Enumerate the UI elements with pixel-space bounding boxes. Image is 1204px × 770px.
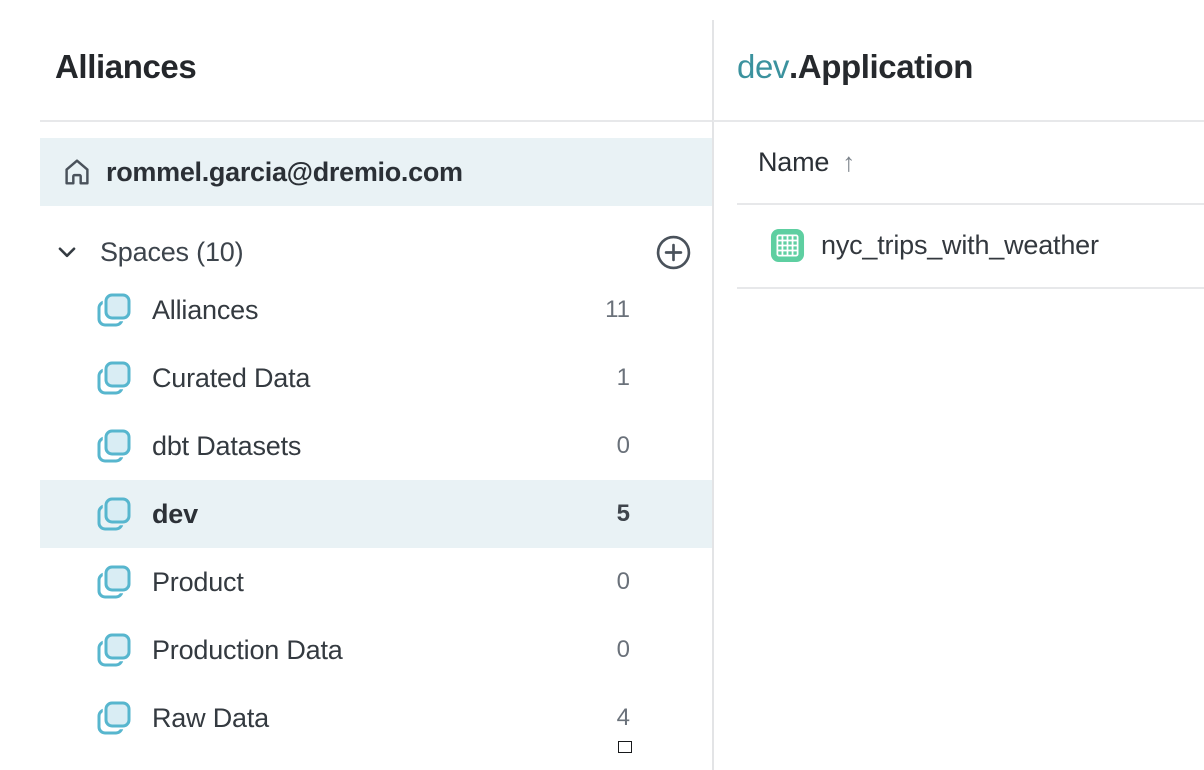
sidebar-title: Alliances (55, 50, 196, 83)
sidebar-item-curated-data[interactable]: Curated Data 1 (40, 344, 712, 412)
sidebar-item-count: 0 (617, 568, 630, 596)
sidebar-item-label: Production Data (152, 635, 343, 666)
dataset-row-nyc-trips-with-weather[interactable]: nyc_trips_with_weather (737, 204, 1204, 287)
dremio-catalog-screen: Alliances rommel.garcia@dremio.com Space… (0, 0, 1204, 770)
space-stacked-squares-icon (93, 561, 135, 603)
sidebar-item-label: dbt Datasets (152, 431, 301, 462)
home-space-row[interactable]: rommel.garcia@dremio.com (40, 138, 712, 206)
stray-square-artifact (618, 741, 632, 753)
breadcrumb-entity: Application (798, 48, 973, 85)
name-column-label: Name (758, 147, 829, 178)
space-stacked-squares-icon (93, 357, 135, 399)
space-stacked-squares-icon (93, 425, 135, 467)
sidebar-item-count: 4 (617, 704, 630, 732)
sidebar-item-product[interactable]: Product 0 (40, 548, 712, 616)
dataset-name: nyc_trips_with_weather (821, 230, 1099, 261)
sidebar-item-count: 5 (617, 500, 630, 528)
sort-ascending-arrow-icon: ↑ (842, 149, 855, 175)
sidebar-item-production-data[interactable]: Production Data 0 (40, 616, 712, 684)
sidebar-item-dev[interactable]: dev 5 (40, 480, 712, 548)
home-icon (60, 155, 94, 189)
spaces-section-label: Spaces (10) (100, 237, 243, 268)
plus-circle-icon (655, 234, 692, 271)
add-space-button[interactable] (655, 234, 692, 271)
home-space-label: rommel.garcia@dremio.com (106, 157, 463, 188)
breadcrumb-space[interactable]: dev (737, 48, 789, 85)
sidebar-item-count: 1 (617, 364, 630, 392)
space-stacked-squares-icon (93, 289, 135, 331)
sidebar-item-label: Curated Data (152, 363, 310, 394)
sidebar-item-raw-data[interactable]: Raw Data 4 (40, 684, 712, 752)
sidebar-item-count: 0 (617, 636, 630, 664)
sidebar-item-count: 11 (605, 296, 630, 324)
breadcrumb-separator: . (789, 48, 798, 85)
sidebar-item-label: Raw Data (152, 703, 269, 734)
sidebar-item-alliances[interactable]: Alliances 11 (40, 276, 712, 344)
name-column-header[interactable]: Name ↑ (737, 121, 1204, 203)
breadcrumb: dev.Application (737, 50, 973, 83)
chevron-down-icon[interactable] (54, 239, 80, 265)
space-stacked-squares-icon (93, 493, 135, 535)
panel-divider (712, 20, 714, 770)
sidebar-item-label: Product (152, 567, 244, 598)
sidebar-title-divider (40, 120, 712, 122)
space-stacked-squares-icon (93, 629, 135, 671)
dataset-table-icon (770, 228, 805, 263)
spaces-section-header: Spaces (10) (40, 228, 712, 276)
space-stacked-squares-icon (93, 697, 135, 739)
sidebar-item-label: dev (152, 499, 198, 530)
sidebar-item-label: Alliances (152, 295, 258, 326)
sidebar-item-count: 0 (617, 432, 630, 460)
sidebar-item-dbt-datasets[interactable]: dbt Datasets 0 (40, 412, 712, 480)
dataset-row-divider (737, 287, 1204, 289)
